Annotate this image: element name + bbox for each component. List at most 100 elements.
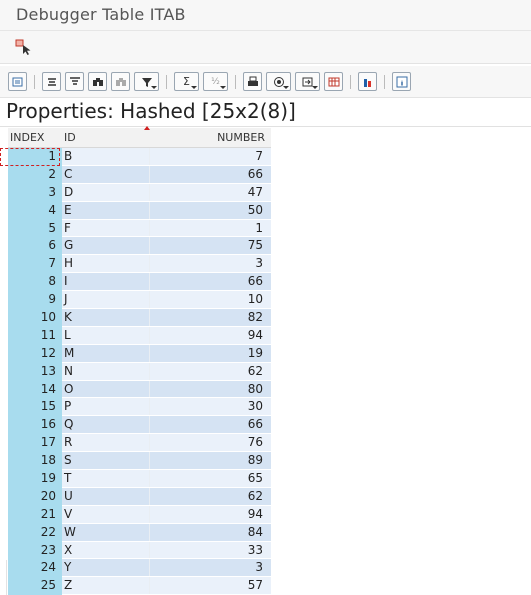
sum-icon[interactable]: Σ <box>174 72 199 91</box>
table-row[interactable]: 19 T 65 <box>8 470 271 488</box>
number-cell[interactable]: 1 <box>255 220 263 238</box>
id-cell[interactable]: R <box>64 434 72 452</box>
id-cell[interactable]: G <box>64 237 73 255</box>
row-data-cell[interactable]: T 65 <box>62 470 271 488</box>
row-data-cell[interactable]: Z 57 <box>62 577 271 595</box>
row-data-cell[interactable]: H3 <box>62 255 271 274</box>
id-cell[interactable]: D <box>64 184 73 202</box>
row-index-cell[interactable]: 20 <box>8 487 62 506</box>
number-cell[interactable]: 82 <box>248 309 263 327</box>
row-data-cell[interactable]: N 62 <box>62 362 271 381</box>
id-cell[interactable]: Z <box>64 577 72 595</box>
row-data-cell[interactable]: L 94 <box>62 326 271 345</box>
table-row[interactable]: 21 V 94 <box>8 505 271 524</box>
row-data-cell[interactable]: C 66 <box>62 165 271 184</box>
table-row[interactable]: 16 Q 66 <box>8 416 271 435</box>
subtotal-icon[interactable]: ½ <box>203 72 228 91</box>
table-row[interactable]: 7H3 <box>8 255 271 274</box>
row-data-cell[interactable]: S 89 <box>62 452 271 471</box>
row-data-cell[interactable]: E 50 <box>62 201 271 220</box>
row-index-cell[interactable]: 7 <box>8 255 62 274</box>
row-data-cell[interactable]: R 76 <box>62 434 271 453</box>
row-index-cell[interactable]: 23 <box>8 541 62 560</box>
table-row[interactable]: 10 K 82 <box>8 309 271 327</box>
table-row[interactable]: 3 D 47 <box>8 183 271 202</box>
column-header-id[interactable]: ID <box>64 131 76 144</box>
id-cell[interactable]: P <box>64 398 71 416</box>
number-cell[interactable]: 7 <box>255 148 263 166</box>
row-index-cell[interactable]: 6 <box>8 237 62 256</box>
table-row[interactable]: 23 X 33 <box>8 541 271 560</box>
row-data-cell[interactable]: Y3 <box>62 559 271 578</box>
table-row[interactable]: 2 C 66 <box>8 165 271 184</box>
row-index-cell[interactable]: 15 <box>8 398 62 417</box>
table-row[interactable]: 4 E 50 <box>8 201 271 220</box>
row-index-cell[interactable]: 22 <box>8 523 62 542</box>
row-data-cell[interactable]: B7 <box>62 148 271 166</box>
table-row[interactable]: 14 O 80 <box>8 380 271 399</box>
table-row[interactable]: 8 I 66 <box>8 273 271 292</box>
table-row[interactable]: 12 M 19 <box>8 344 271 363</box>
row-data-cell[interactable]: K 82 <box>62 309 271 327</box>
number-cell[interactable]: 33 <box>248 542 263 560</box>
column-header-index[interactable]: INDEX <box>10 131 44 144</box>
find-icon[interactable] <box>88 72 107 91</box>
id-cell[interactable]: L <box>64 327 71 345</box>
row-index-cell[interactable]: 10 <box>8 309 62 327</box>
id-cell[interactable]: U <box>64 488 73 506</box>
number-cell[interactable]: 3 <box>255 255 263 273</box>
table-row[interactable]: 15 P 30 <box>8 398 271 417</box>
select-cell-icon[interactable] <box>8 72 27 91</box>
row-data-cell[interactable]: M 19 <box>62 344 271 363</box>
number-cell[interactable]: 75 <box>248 237 263 255</box>
number-cell[interactable]: 62 <box>248 363 263 381</box>
chart-icon[interactable] <box>358 72 377 91</box>
layout-icon[interactable] <box>324 72 343 91</box>
number-cell[interactable]: 30 <box>248 398 263 416</box>
id-cell[interactable]: T <box>64 470 71 488</box>
filter-lines-icon[interactable] <box>65 72 84 91</box>
table-row[interactable]: 11 L 94 <box>8 326 271 345</box>
row-data-cell[interactable]: V 94 <box>62 505 271 524</box>
row-data-cell[interactable]: G 75 <box>62 237 271 256</box>
id-cell[interactable]: B <box>64 148 72 166</box>
row-data-cell[interactable]: F1 <box>62 219 271 238</box>
row-index-cell[interactable]: 12 <box>8 344 62 363</box>
table-row[interactable]: 9 J 10 <box>8 291 271 310</box>
table-row[interactable]: 24 Y 3 <box>8 559 271 578</box>
row-index-cell[interactable]: 16 <box>8 416 62 435</box>
number-cell[interactable]: 62 <box>248 488 263 506</box>
row-data-cell[interactable]: P 30 <box>62 398 271 417</box>
number-cell[interactable]: 94 <box>248 506 263 524</box>
number-cell[interactable]: 57 <box>248 577 263 595</box>
row-data-cell[interactable]: X 33 <box>62 541 271 560</box>
table-row[interactable]: 22 W 84 <box>8 523 271 542</box>
id-cell[interactable]: O <box>64 381 73 399</box>
align-center-icon[interactable] <box>42 72 61 91</box>
id-cell[interactable]: H <box>64 255 73 273</box>
id-cell[interactable]: V <box>64 506 72 524</box>
number-cell[interactable]: 19 <box>248 345 263 363</box>
info-icon[interactable] <box>392 72 411 91</box>
row-data-cell[interactable]: I 66 <box>62 273 271 292</box>
id-cell[interactable]: W <box>64 524 76 542</box>
table-row[interactable]: 13 N 62 <box>8 362 271 381</box>
row-index-cell[interactable]: 14 <box>8 380 62 399</box>
row-index-cell[interactable]: 4 <box>8 201 62 220</box>
row-index-cell[interactable]: 5 <box>8 219 62 238</box>
row-index-cell[interactable]: 8 <box>8 273 62 292</box>
id-cell[interactable]: F <box>64 220 71 238</box>
table-row[interactable]: 6 G 75 <box>8 237 271 256</box>
number-cell[interactable]: 76 <box>248 434 263 452</box>
number-cell[interactable]: 10 <box>248 291 263 309</box>
table-row[interactable]: 18 S 89 <box>8 452 271 471</box>
row-data-cell[interactable]: O 80 <box>62 380 271 399</box>
row-index-cell[interactable]: 19 <box>8 470 62 488</box>
id-cell[interactable]: N <box>64 363 73 381</box>
number-cell[interactable]: 3 <box>255 559 263 577</box>
row-index-cell[interactable]: 24 <box>8 559 62 578</box>
id-cell[interactable]: M <box>64 345 74 363</box>
number-cell[interactable]: 66 <box>248 416 263 434</box>
id-cell[interactable]: X <box>64 542 72 560</box>
id-cell[interactable]: Y <box>64 559 71 577</box>
